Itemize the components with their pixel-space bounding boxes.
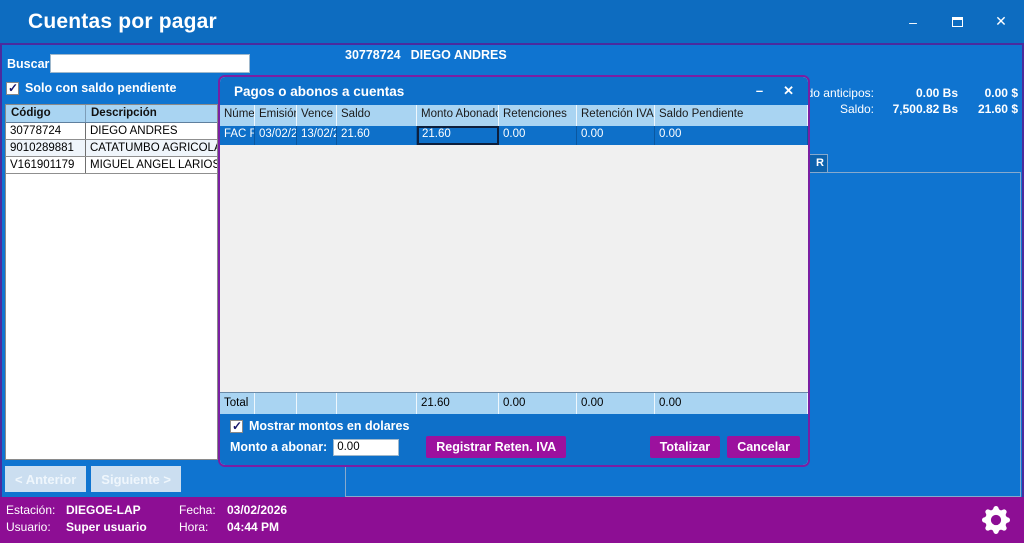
total-retencion-iva: 0.00 xyxy=(577,393,655,414)
total-monto-abonado: 21.60 xyxy=(417,393,499,414)
cell-code: 9010289881 xyxy=(6,140,86,156)
cancel-button[interactable]: Cancelar xyxy=(727,436,800,458)
column-header-retenciones[interactable]: Retenciones xyxy=(499,105,577,126)
checkbox-checked-icon[interactable] xyxy=(6,82,19,95)
search-label: Buscar: xyxy=(7,57,54,71)
table-row[interactable]: 30778724 DIEGO ANDRES xyxy=(6,123,217,140)
checkbox-checked-icon[interactable] xyxy=(230,420,243,433)
search-input[interactable] xyxy=(50,54,250,73)
user-label: Usuario: xyxy=(6,520,58,534)
totals-row: Total 21.60 0.00 0.00 0.00 xyxy=(220,392,808,414)
date-label: Fecha: xyxy=(179,503,219,517)
time-label: Hora: xyxy=(179,520,219,534)
modal-minimize-icon[interactable]: – xyxy=(756,83,763,99)
time-value: 04:44 PM xyxy=(227,520,287,534)
accounts-table: Código Descripción 30778724 DIEGO ANDRES… xyxy=(5,104,218,460)
saldo-bs: 7,500.82 Bs xyxy=(874,102,958,116)
column-header-saldo[interactable]: Saldo xyxy=(337,105,417,126)
date-value: 03/02/2026 xyxy=(227,503,287,517)
user-value: Super usuario xyxy=(66,520,171,534)
column-header-monto-abonado[interactable]: Monto Abonado xyxy=(417,105,499,126)
previous-button[interactable]: < Anterior xyxy=(5,466,86,492)
column-header-descripcion[interactable]: Descripción xyxy=(86,105,157,122)
modal-title: Pagos o abonos a cuentas xyxy=(234,84,404,99)
anticipos-bs: 0.00 Bs xyxy=(874,86,958,100)
cell-vence: 13/02/20 xyxy=(297,126,337,145)
column-header-codigo[interactable]: Código xyxy=(6,105,86,122)
cell-code: V161901179 xyxy=(6,157,86,173)
close-icon[interactable]: ✕ xyxy=(986,7,1016,37)
total-empty-emision xyxy=(255,393,297,414)
modal-footer: Mostrar montos en dolares Monto a abonar… xyxy=(220,414,808,465)
invoices-table-header: Número Emisión Vence Saldo Monto Abonado… xyxy=(220,105,808,126)
table-row[interactable]: 9010289881 CATATUMBO AGRICOLA Y V xyxy=(6,140,217,157)
column-header-numero[interactable]: Número xyxy=(220,105,255,126)
modal-close-icon[interactable]: ✕ xyxy=(783,83,794,99)
cell-description: MIGUEL ANGEL LARIOS BOR xyxy=(86,157,217,173)
column-header-vence[interactable]: Vence xyxy=(297,105,337,126)
total-empty-vence xyxy=(297,393,337,414)
saldo-usd: 21.60 $ xyxy=(958,102,1018,116)
modal-titlebar: Pagos o abonos a cuentas – ✕ xyxy=(220,77,808,105)
customer-name: DIEGO ANDRES xyxy=(411,48,507,62)
column-header-saldo-pendiente[interactable]: Saldo Pendiente xyxy=(655,105,808,126)
cell-saldo: 21.60 xyxy=(337,126,417,145)
show-dollars-checkbox[interactable]: Mostrar montos en dolares xyxy=(230,419,409,433)
column-header-emision[interactable]: Emisión xyxy=(255,105,297,126)
column-header-retencion-iva[interactable]: Retención IVA xyxy=(577,105,655,126)
customer-code: 30778724 xyxy=(345,48,401,62)
total-retenciones: 0.00 xyxy=(499,393,577,414)
cell-description: DIEGO ANDRES xyxy=(86,123,217,139)
payments-modal: Pagos o abonos a cuentas – ✕ Número Emis… xyxy=(218,75,810,467)
cell-numero: FAC FACT xyxy=(220,126,255,145)
window-border-left xyxy=(0,45,2,497)
pending-only-checkbox[interactable]: Solo con saldo pendiente xyxy=(6,81,176,95)
window-titlebar: Cuentas por pagar – ✕ xyxy=(0,0,1024,43)
anticipos-usd: 0.00 $ xyxy=(958,86,1018,100)
amount-label: Monto a abonar: xyxy=(230,440,327,454)
total-saldo-pendiente: 0.00 xyxy=(655,393,808,414)
register-iva-button[interactable]: Registrar Reten. IVA xyxy=(426,436,566,458)
accounts-table-header: Código Descripción xyxy=(6,105,217,123)
status-bar: Estación: DIEGOE-LAP Fecha: 03/02/2026 U… xyxy=(0,497,1024,543)
invoices-table-empty-area xyxy=(220,145,808,392)
total-empty-saldo xyxy=(337,393,417,414)
pager: < Anterior Siguiente > xyxy=(5,466,181,492)
balances-panel: Saldo anticipos: 0.00 Bs 0.00 $ Saldo: 7… xyxy=(774,86,1018,116)
minimize-icon[interactable]: – xyxy=(898,7,928,37)
cell-description: CATATUMBO AGRICOLA Y V xyxy=(86,140,217,156)
next-button[interactable]: Siguiente > xyxy=(91,466,181,492)
maximize-box-icon xyxy=(952,17,963,27)
maximize-icon[interactable] xyxy=(942,7,972,37)
titlebar-divider xyxy=(0,43,1024,45)
cell-code: 30778724 xyxy=(6,123,86,139)
amount-input[interactable] xyxy=(333,439,399,456)
window-title: Cuentas por pagar xyxy=(28,10,217,34)
table-row[interactable]: V161901179 MIGUEL ANGEL LARIOS BOR xyxy=(6,157,217,174)
station-value: DIEGOE-LAP xyxy=(66,503,171,517)
invoice-row-selected[interactable]: FAC FACT 03/02/20 13/02/20 21.60 21.60 0… xyxy=(220,126,808,145)
cell-emision: 03/02/20 xyxy=(255,126,297,145)
total-label: Total xyxy=(220,393,255,414)
cell-retencion-iva: 0.00 xyxy=(577,126,655,145)
cell-retenciones: 0.00 xyxy=(499,126,577,145)
selected-customer-header: 30778724 DIEGO ANDRES xyxy=(345,48,507,62)
station-label: Estación: xyxy=(6,503,58,517)
show-dollars-label: Mostrar montos en dolares xyxy=(249,419,409,433)
totalize-button[interactable]: Totalizar xyxy=(650,436,720,458)
settings-gear-icon[interactable] xyxy=(982,506,1010,534)
cell-monto-abonado-editing[interactable]: 21.60 xyxy=(417,126,499,145)
pending-only-label: Solo con saldo pendiente xyxy=(25,81,176,95)
cell-saldo-pendiente: 0.00 xyxy=(655,126,808,145)
